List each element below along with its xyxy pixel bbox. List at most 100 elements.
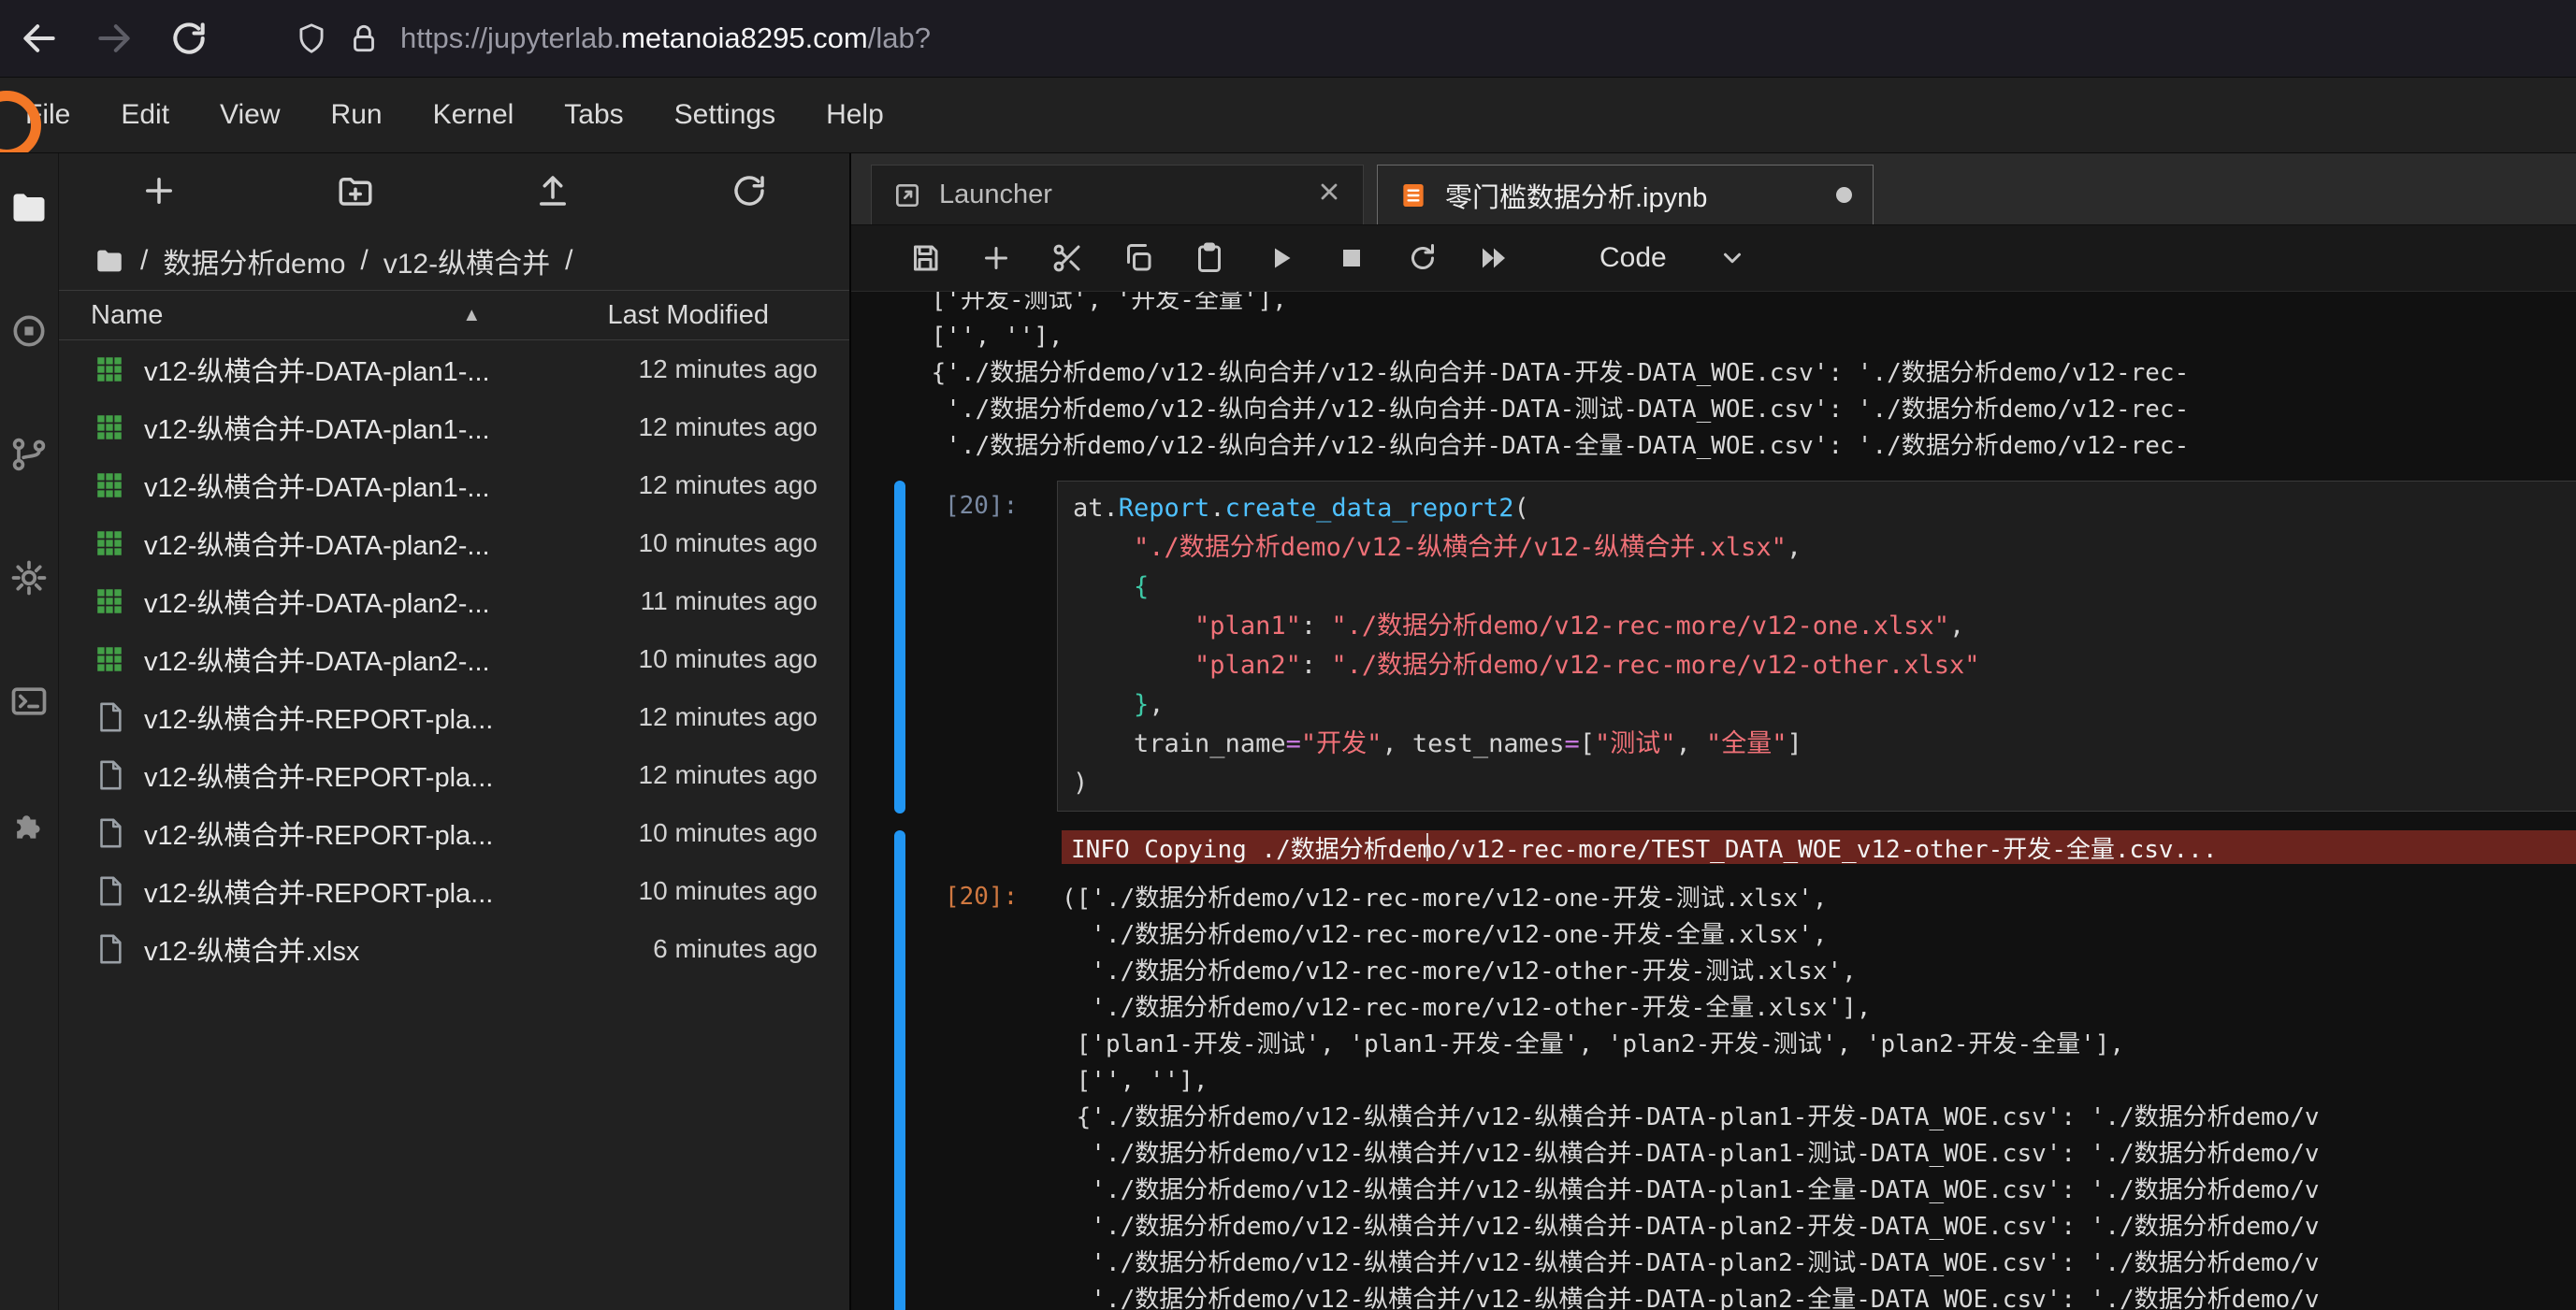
url-path: /lab? xyxy=(868,22,931,54)
plus-icon xyxy=(139,171,179,210)
extension-manager-icon[interactable] xyxy=(7,802,51,847)
tab-label: 零门槛数据分析.ipynb xyxy=(1445,176,1819,215)
property-inspector-icon[interactable] xyxy=(7,555,51,600)
copy-cell-button[interactable] xyxy=(1117,237,1160,280)
code-editor[interactable]: at.Report.create_data_report2( "./数据分析de… xyxy=(1057,481,2576,812)
breadcrumb-dir-current[interactable]: v12-纵横合并 xyxy=(384,240,550,281)
file-icon xyxy=(94,875,125,907)
restart-icon xyxy=(1406,241,1440,275)
lock-icon[interactable] xyxy=(346,21,382,56)
tab-launcher[interactable]: Launcher xyxy=(871,165,1364,224)
cut-cell-button[interactable] xyxy=(1046,237,1089,280)
text-cursor-ibeam xyxy=(1426,833,1428,861)
paste-cell-button[interactable] xyxy=(1188,237,1231,280)
previous-cell-output: ['开发-测试', '开发-全量'], ['', ''], {'./数据分析de… xyxy=(917,292,2189,465)
file-modified-time: 6 minutes ago xyxy=(537,934,818,964)
upload-button[interactable] xyxy=(533,171,572,215)
file-row[interactable]: v12-纵横合并-DATA-plan1-... 12 minutes ago xyxy=(59,340,849,398)
file-row[interactable]: v12-纵横合并.xlsx 6 minutes ago xyxy=(59,920,849,978)
menu-run[interactable]: Run xyxy=(306,78,408,152)
restart-run-all-button[interactable] xyxy=(1472,237,1515,280)
breadcrumb-dir-demo[interactable]: 数据分析demo xyxy=(163,240,345,281)
shield-icon[interactable] xyxy=(294,21,329,56)
file-list: v12-纵横合并-DATA-plan1-... 12 minutes ago v… xyxy=(59,340,849,1310)
cell-output-text: (['./数据分析demo/v12-rec-more/v12-one-开发-测试… xyxy=(1062,881,2320,1310)
menu-help[interactable]: Help xyxy=(801,78,909,152)
file-name: v12-纵横合并-DATA-plan1-... xyxy=(144,350,537,389)
file-browser-panel: / 数据分析demo / v12-纵横合并 / Name ▲ Last Modi… xyxy=(59,153,851,1310)
reload-icon xyxy=(168,18,210,59)
interrupt-kernel-button[interactable] xyxy=(1330,237,1373,280)
file-row[interactable]: v12-纵横合并-DATA-plan2-... 10 minutes ago xyxy=(59,630,849,688)
file-row[interactable]: v12-纵横合并-DATA-plan2-... 10 minutes ago xyxy=(59,514,849,572)
url-domain: metanoia8295.com xyxy=(621,22,868,54)
output-collapser[interactable] xyxy=(894,830,905,1310)
restart-kernel-button[interactable] xyxy=(1401,237,1444,280)
file-row[interactable]: v12-纵横合并-DATA-plan2-... 11 minutes ago xyxy=(59,572,849,630)
column-header-name[interactable]: Name xyxy=(91,300,163,331)
file-name: v12-纵横合并-REPORT-pla... xyxy=(144,698,537,737)
upload-icon xyxy=(533,171,572,210)
file-modified-time: 12 minutes ago xyxy=(537,702,818,732)
forward-button[interactable] xyxy=(88,12,140,65)
file-modified-time: 10 minutes ago xyxy=(537,818,818,848)
new-launcher-button[interactable] xyxy=(139,171,179,215)
close-tab-button[interactable] xyxy=(1316,179,1342,212)
url-bar[interactable]: https://jupyterlab.metanoia8295.com/lab? xyxy=(400,22,931,55)
new-folder-button[interactable] xyxy=(336,171,375,215)
refresh-file-list-button[interactable] xyxy=(730,171,769,215)
file-icon xyxy=(94,933,125,965)
spreadsheet-icon xyxy=(94,469,125,501)
tab-notebook[interactable]: 零门槛数据分析.ipynb xyxy=(1377,165,1874,224)
running-kernels-icon[interactable] xyxy=(7,309,51,353)
insert-cell-button[interactable] xyxy=(975,237,1018,280)
browser-chrome: https://jupyterlab.metanoia8295.com/lab? xyxy=(0,0,2576,78)
file-row[interactable]: v12-纵横合并-DATA-plan1-... 12 minutes ago xyxy=(59,456,849,514)
column-header-modified[interactable]: Last Modified xyxy=(509,300,818,331)
terminal-icon[interactable] xyxy=(7,679,51,724)
forward-arrow-icon xyxy=(94,18,135,59)
file-browser-toolbar xyxy=(59,153,849,232)
clipboard-icon xyxy=(1193,241,1226,275)
file-name: v12-纵横合并-DATA-plan2-... xyxy=(144,582,537,621)
save-button[interactable] xyxy=(904,237,947,280)
stderr-output: INFO Copying ./数据分析demo/v12-rec-more/TES… xyxy=(1062,830,2576,864)
menu-settings[interactable]: Settings xyxy=(649,78,801,152)
cell-type-select[interactable]: Code xyxy=(1599,242,1746,274)
input-collapser[interactable] xyxy=(894,481,905,813)
menu-tabs[interactable]: Tabs xyxy=(539,78,648,152)
file-row[interactable]: v12-纵横合并-REPORT-pla... 10 minutes ago xyxy=(59,862,849,920)
file-browser-icon[interactable] xyxy=(7,185,51,230)
scissors-icon xyxy=(1050,241,1084,275)
site-security-icons xyxy=(294,21,382,56)
notebook-scroll-area[interactable]: ['开发-测试', '开发-全量'], ['', ''], {'./数据分析de… xyxy=(851,292,2576,1310)
menu-view[interactable]: View xyxy=(195,78,305,152)
notebook-toolbar: Code xyxy=(851,225,2576,292)
file-icon xyxy=(94,817,125,849)
app-window: https://jupyterlab.metanoia8295.com/lab?… xyxy=(0,0,2576,1310)
sort-ascending-icon: ▲ xyxy=(462,305,481,326)
reload-button[interactable] xyxy=(163,12,215,65)
folder-icon[interactable] xyxy=(94,245,125,277)
output-prompt: [20]: xyxy=(945,883,1018,911)
file-modified-time: 10 minutes ago xyxy=(537,644,818,674)
run-cell-button[interactable] xyxy=(1259,237,1302,280)
spreadsheet-icon xyxy=(94,585,125,617)
run-icon xyxy=(1264,241,1297,275)
file-modified-time: 10 minutes ago xyxy=(537,528,818,558)
file-modified-time: 10 minutes ago xyxy=(537,876,818,906)
back-button[interactable] xyxy=(13,12,65,65)
file-name: v12-纵横合并-REPORT-pla... xyxy=(144,871,537,911)
file-row[interactable]: v12-纵横合并-REPORT-pla... 12 minutes ago xyxy=(59,746,849,804)
file-row[interactable]: v12-纵横合并-REPORT-pla... 12 minutes ago xyxy=(59,688,849,746)
breadcrumb-separator: / xyxy=(140,245,148,277)
file-row[interactable]: v12-纵横合并-REPORT-pla... 10 minutes ago xyxy=(59,804,849,862)
file-name: v12-纵横合并-DATA-plan1-... xyxy=(144,466,537,505)
git-icon[interactable] xyxy=(7,432,51,477)
unsaved-changes-dot[interactable] xyxy=(1836,187,1852,203)
file-name: v12-纵横合并-DATA-plan2-... xyxy=(144,524,537,563)
menu-kernel[interactable]: Kernel xyxy=(408,78,540,152)
menu-edit[interactable]: Edit xyxy=(95,78,195,152)
new-folder-icon xyxy=(336,171,375,210)
file-row[interactable]: v12-纵横合并-DATA-plan1-... 12 minutes ago xyxy=(59,398,849,456)
